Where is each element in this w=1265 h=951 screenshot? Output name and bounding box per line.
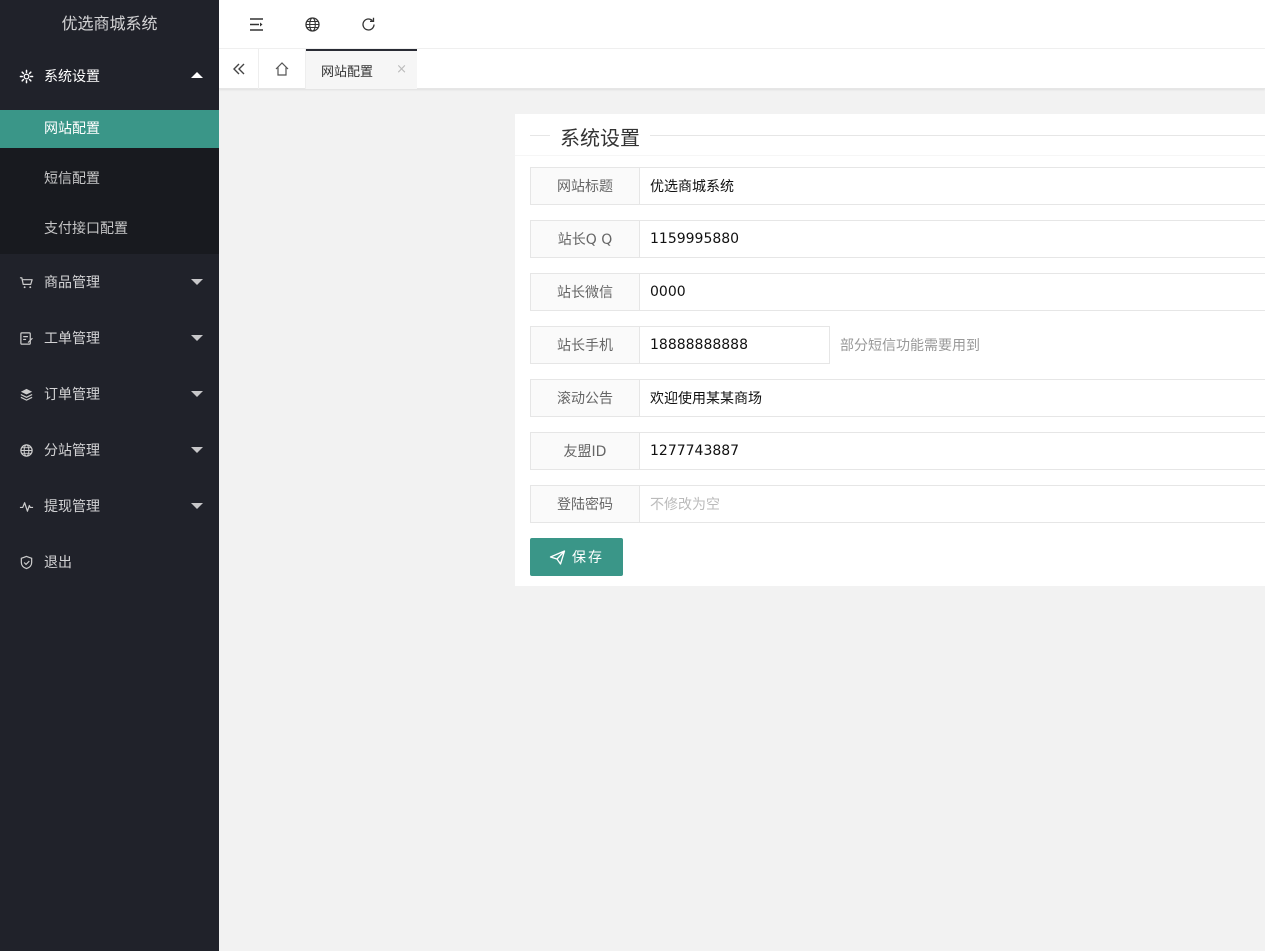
field-label: 滚动公告 — [530, 379, 640, 417]
layers-icon — [18, 386, 34, 402]
sidebar-item-withdrawals[interactable]: 提现管理 — [0, 478, 219, 534]
chevron-down-icon — [191, 503, 203, 509]
field-label: 站长手机 — [530, 326, 640, 364]
top-header — [219, 0, 1265, 49]
field-label: 站长Q Q — [530, 220, 640, 258]
legend-divider — [530, 135, 550, 136]
form-row-admin-wechat: 站长微信 0000 — [530, 273, 1265, 311]
sidebar-item-products[interactable]: 商品管理 — [0, 254, 219, 310]
site-title-input[interactable]: 优选商城系统 — [640, 167, 1265, 205]
form-row-admin-phone: 站长手机 18888888888 部分短信功能需要用到 — [530, 326, 980, 364]
sidebar-item-logout[interactable]: 退出 — [0, 534, 219, 590]
sidebar-item-orders[interactable]: 订单管理 — [0, 366, 219, 422]
ticket-icon — [18, 330, 34, 346]
save-label: 保存 — [572, 550, 604, 566]
sidebar-item-label: 分站管理 — [44, 443, 100, 459]
refresh-icon[interactable] — [360, 16, 377, 33]
home-icon[interactable] — [259, 49, 306, 89]
sidebar-subnav-system: 网站配置 短信配置 支付接口配置 — [0, 110, 219, 254]
admin-phone-input[interactable]: 18888888888 — [640, 326, 830, 364]
password-input[interactable]: 不修改为空 — [640, 485, 1265, 523]
chevron-down-icon — [191, 447, 203, 453]
form-title: 系统设置 — [560, 126, 640, 150]
sidebar-item-substations[interactable]: 分站管理 — [0, 422, 219, 478]
page-tabs-bar: 网站配置 × — [219, 49, 1265, 89]
chevron-down-icon — [191, 391, 203, 397]
announcement-input[interactable]: 欢迎使用某某商场 — [640, 379, 1265, 417]
globe-icon[interactable] — [304, 16, 321, 33]
umeng-id-input[interactable]: 1277743887 — [640, 432, 1265, 470]
sidebar-item-label: 退出 — [44, 555, 72, 571]
sidebar-item-label: 提现管理 — [44, 499, 100, 515]
sidebar: 优选商城系统 系统设置 网站配置 短信配置 支付接口配置 商品管理 工单管理 订… — [0, 0, 219, 951]
field-label: 网站标题 — [530, 167, 640, 205]
sidebar-item-tickets[interactable]: 工单管理 — [0, 310, 219, 366]
sidebar-item-label: 系统设置 — [44, 69, 100, 85]
menu-fold-icon[interactable] — [248, 16, 265, 33]
close-icon[interactable]: × — [396, 62, 407, 77]
shield-icon — [18, 554, 34, 570]
sidebar-item-label: 工单管理 — [44, 331, 100, 347]
field-label: 友盟ID — [530, 432, 640, 470]
chevron-down-icon — [191, 335, 203, 341]
settings-card: 系统设置 网站标题 优选商城系统 站长Q Q 1159995880 站长微信 0… — [515, 114, 1265, 586]
sidebar-subitem-sms-config[interactable]: 短信配置 — [0, 154, 219, 204]
save-button[interactable]: 保存 — [530, 538, 623, 576]
send-icon — [549, 549, 566, 565]
field-label: 站长微信 — [530, 273, 640, 311]
cart-icon — [18, 274, 34, 290]
chevron-up-icon — [191, 72, 203, 78]
globe-icon — [18, 442, 34, 458]
tab-site-config[interactable]: 网站配置 × — [306, 49, 417, 89]
field-label: 登陆密码 — [530, 485, 640, 523]
gear-icon — [18, 68, 34, 84]
form-row-announcement: 滚动公告 欢迎使用某某商场 — [530, 379, 1265, 417]
field-hint: 部分短信功能需要用到 — [840, 338, 980, 354]
legend-divider — [650, 135, 1265, 136]
chevron-down-icon — [191, 279, 203, 285]
sidebar-subitem-payment-config[interactable]: 支付接口配置 — [0, 204, 219, 254]
form-row-umeng-id: 友盟ID 1277743887 — [530, 432, 1265, 470]
fieldset-legend: 系统设置 — [515, 114, 1265, 156]
form-row-site-title: 网站标题 优选商城系统 — [530, 167, 1265, 205]
sidebar-subitem-site-config[interactable]: 网站配置 — [0, 110, 219, 148]
tabs-scroll-left-icon[interactable] — [219, 49, 259, 89]
admin-qq-input[interactable]: 1159995880 — [640, 220, 1265, 258]
form-row-admin-qq: 站长Q Q 1159995880 — [530, 220, 1265, 258]
sidebar-item-system-settings[interactable]: 系统设置 — [0, 48, 219, 104]
app-logo-title: 优选商城系统 — [61, 14, 158, 33]
sidebar-item-label: 订单管理 — [44, 387, 100, 403]
admin-wechat-input[interactable]: 0000 — [640, 273, 1265, 311]
form-row-password: 登陆密码 不修改为空 — [530, 485, 1265, 523]
sidebar-item-label: 商品管理 — [44, 275, 100, 291]
pulse-icon — [18, 498, 34, 514]
tab-label: 网站配置 — [321, 64, 374, 80]
